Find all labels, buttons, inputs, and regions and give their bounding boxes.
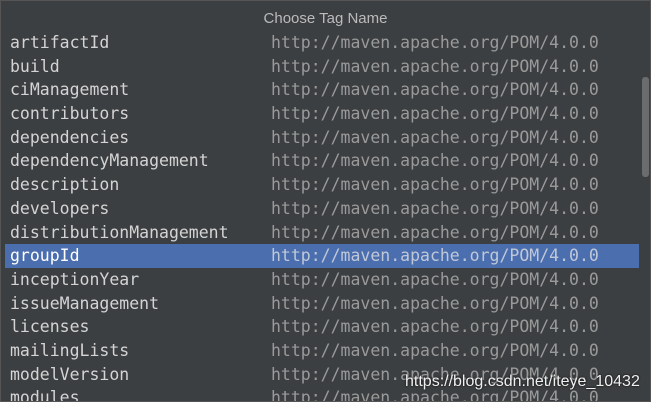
list-item[interactable]: contributors http://maven.apache.org/POM… <box>5 102 639 126</box>
tag-namespace: http://maven.apache.org/POM/4.0.0 <box>271 340 599 360</box>
tag-name: inceptionYear <box>10 269 140 289</box>
tag-list[interactable]: artifactId http://maven.apache.org/POM/4… <box>5 31 639 402</box>
list-item[interactable]: dependencyManagement http://maven.apache… <box>5 149 639 173</box>
tag-name: modelVersion <box>10 364 130 384</box>
tag-namespace: http://maven.apache.org/POM/4.0.0 <box>271 269 599 289</box>
tag-name: distributionManagement <box>10 222 229 242</box>
tag-name: developers <box>10 198 110 218</box>
tag-namespace: http://maven.apache.org/POM/4.0.0 <box>271 222 599 242</box>
tag-namespace: http://maven.apache.org/POM/4.0.0 <box>271 175 599 195</box>
tag-name: description <box>10 175 120 195</box>
tag-name: artifactId <box>10 33 110 52</box>
choose-tag-name-popup: Choose Tag Name artifactId http://maven.… <box>0 0 651 402</box>
tag-name: licenses <box>10 317 90 337</box>
tag-namespace: http://maven.apache.org/POM/4.0.0 <box>271 151 599 171</box>
list-item[interactable]: licenses http://maven.apache.org/POM/4.0… <box>5 315 639 339</box>
list-item[interactable]: issueManagement http://maven.apache.org/… <box>5 292 639 316</box>
vertical-scrollbar[interactable] <box>642 77 649 177</box>
tag-namespace: http://maven.apache.org/POM/4.0.0 <box>271 293 599 313</box>
list-item-selected[interactable]: groupId http://maven.apache.org/POM/4.0.… <box>5 244 639 268</box>
list-item[interactable]: mailingLists http://maven.apache.org/POM… <box>5 339 639 363</box>
list-item[interactable]: build http://maven.apache.org/POM/4.0.0 <box>5 55 639 79</box>
tag-name: issueManagement <box>10 293 160 313</box>
list-item[interactable]: artifactId http://maven.apache.org/POM/4… <box>5 31 639 55</box>
tag-name: dependencyManagement <box>10 151 209 171</box>
tag-namespace: http://maven.apache.org/POM/4.0.0 <box>271 246 599 266</box>
tag-name: ciManagement <box>10 80 130 100</box>
tag-name: contributors <box>10 104 130 124</box>
list-item[interactable]: dependencies http://maven.apache.org/POM… <box>5 126 639 150</box>
tag-namespace: http://maven.apache.org/POM/4.0.0 <box>271 317 599 337</box>
list-item[interactable]: distributionManagement http://maven.apac… <box>5 221 639 245</box>
tag-name: dependencies <box>10 127 130 147</box>
tag-name: groupId <box>10 246 80 266</box>
tag-namespace: http://maven.apache.org/POM/4.0.0 <box>271 198 599 218</box>
popup-title: Choose Tag Name <box>263 10 388 27</box>
tag-namespace: http://maven.apache.org/POM/4.0.0 <box>271 33 599 52</box>
watermark: https://blog.csdn.net/iteye_10432 <box>405 373 640 390</box>
list-item[interactable]: description http://maven.apache.org/POM/… <box>5 173 639 197</box>
tag-name: build <box>10 56 60 76</box>
tag-namespace: http://maven.apache.org/POM/4.0.0 <box>271 80 599 100</box>
list-item[interactable]: ciManagement http://maven.apache.org/POM… <box>5 78 639 102</box>
tag-name: modules <box>10 388 80 402</box>
tag-namespace: http://maven.apache.org/POM/4.0.0 <box>271 104 599 124</box>
list-item[interactable]: inceptionYear http://maven.apache.org/PO… <box>5 268 639 292</box>
tag-namespace: http://maven.apache.org/POM/4.0.0 <box>271 56 599 76</box>
list-item[interactable]: developers http://maven.apache.org/POM/4… <box>5 197 639 221</box>
tag-name: mailingLists <box>10 340 130 360</box>
tag-namespace: http://maven.apache.org/POM/4.0.0 <box>271 127 599 147</box>
